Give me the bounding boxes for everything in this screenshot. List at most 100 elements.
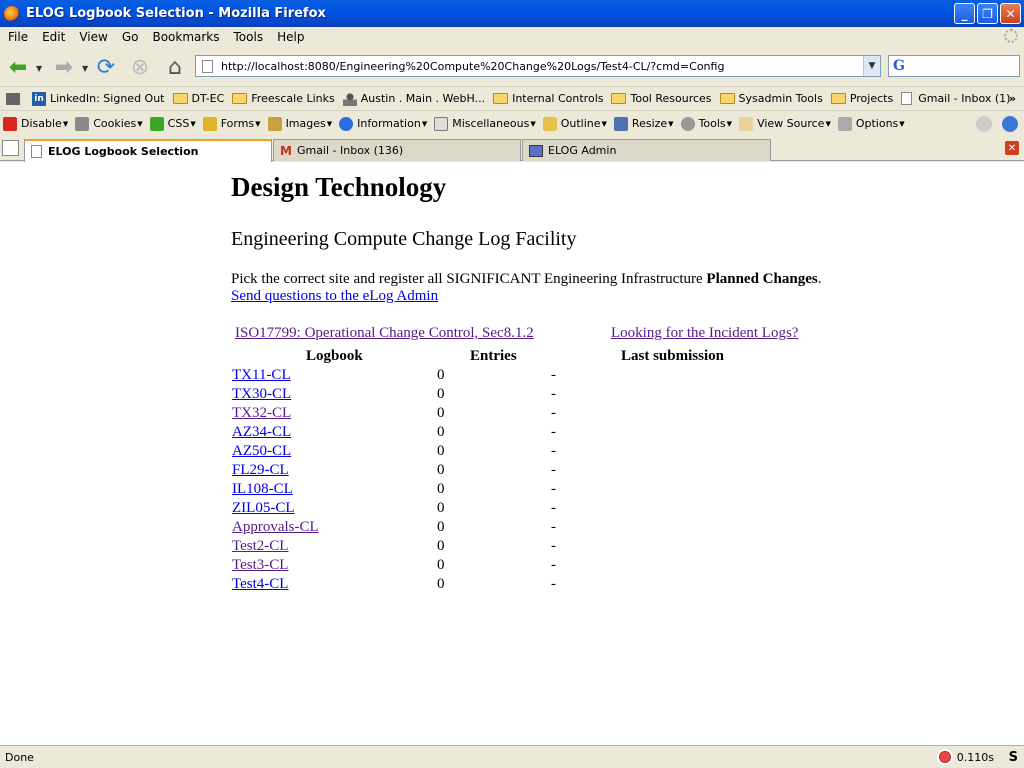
close-window-button[interactable]: ✕ (1000, 3, 1021, 24)
logbook-link[interactable]: TX11-CL (232, 367, 291, 384)
dev-view-source-menu[interactable]: View Source ▼ (739, 116, 831, 131)
table-row: Test2-CL 0 - (0, 538, 1024, 557)
validation-check-icon[interactable] (976, 115, 992, 132)
load-timer: 0.110s (936, 749, 994, 765)
last-submission: - (551, 424, 556, 440)
tab-elog-logbook-selection[interactable]: ELOG Logbook Selection (24, 139, 272, 162)
logbook-link[interactable]: TX30-CL (232, 386, 291, 403)
dev-outline-menu[interactable]: Outline ▼ (542, 116, 607, 131)
bookmark-austin-main[interactable]: Austin . Main . WebH... (342, 91, 485, 106)
bookmark-dt-ec[interactable]: DT-EC (172, 92, 224, 105)
bookmarks-toolbar: in LinkedIn: Signed Out DT-EC Freescale L… (0, 87, 1024, 111)
page-icon (202, 59, 213, 73)
dev-information-menu[interactable]: Information ▼ (339, 116, 427, 131)
close-tab-button[interactable]: ✕ (1005, 141, 1019, 155)
logbook-link[interactable]: TX32-CL (232, 405, 291, 422)
bookmark-gmail-inbox[interactable]: Gmail - Inbox (1) (901, 92, 1010, 105)
dev-cookies-menu[interactable]: Cookies ▼ (75, 116, 143, 131)
miscellaneous-icon (434, 116, 449, 131)
maximize-button[interactable]: ❐ (977, 3, 998, 24)
dev-tools-menu[interactable]: Tools ▼ (680, 116, 732, 131)
last-submission: - (551, 443, 556, 459)
table-row: AZ50-CL 0 - (0, 443, 1024, 462)
admin-contact-link[interactable]: Send questions to the eLog Admin (231, 288, 438, 304)
images-icon (267, 116, 282, 131)
logbook-link[interactable]: FL29-CL (232, 462, 289, 479)
iso17799-link[interactable]: ISO17799: Operational Change Control, Se… (235, 325, 534, 341)
back-button[interactable]: ⬅ (4, 53, 32, 81)
last-submission: - (551, 462, 556, 478)
menu-file[interactable]: File (2, 30, 34, 44)
menu-help[interactable]: Help (271, 30, 310, 44)
table-row: TX30-CL 0 - (0, 386, 1024, 405)
firebug-icon[interactable] (936, 749, 953, 765)
minimize-button[interactable]: _ (954, 3, 975, 24)
back-history-dropdown-icon[interactable]: ▼ (36, 64, 42, 73)
url-text[interactable]: http://localhost:8080/Engineering%20Comp… (221, 60, 724, 73)
css-icon (149, 116, 164, 131)
menu-bookmarks[interactable]: Bookmarks (146, 30, 225, 44)
menu-edit[interactable]: Edit (36, 30, 71, 44)
outline-pencil-icon (542, 116, 557, 131)
logbook-link[interactable]: ZIL05-CL (232, 500, 294, 517)
dev-css-menu[interactable]: CSS ▼ (149, 116, 196, 131)
menu-go[interactable]: Go (116, 30, 145, 44)
column-header-entries: Entries (470, 348, 517, 364)
entries-count: 0 (437, 557, 445, 573)
s-extension-icon[interactable]: S (1009, 750, 1018, 765)
incident-logs-link[interactable]: Looking for the Incident Logs? (611, 325, 798, 341)
reload-button[interactable]: ⟳ (92, 53, 120, 81)
bookmark-sysadmin-tools[interactable]: Sysadmin Tools (719, 92, 823, 105)
folder-icon (719, 93, 735, 104)
logbook-link[interactable]: AZ50-CL (232, 443, 291, 460)
menu-view[interactable]: View (73, 30, 113, 44)
bookmark-linkedin[interactable]: in LinkedIn: Signed Out (32, 91, 165, 106)
logbook-link[interactable]: Test2-CL (232, 538, 288, 555)
dev-forms-menu[interactable]: Forms ▼ (202, 116, 261, 131)
menu-tools[interactable]: Tools (228, 30, 270, 44)
linkedin-icon: in (32, 91, 46, 106)
gmail-icon: M (280, 143, 292, 158)
status-bar: Done 0.110s S (0, 745, 1024, 768)
tab-elog-admin[interactable]: ELOG Admin (522, 139, 771, 161)
logbook-link[interactable]: Test3-CL (232, 557, 288, 574)
table-row: Test3-CL 0 - (0, 557, 1024, 576)
logbook-link[interactable]: AZ34-CL (232, 424, 291, 441)
window-controls: _ ❐ ✕ (954, 3, 1021, 24)
bookmark-projects[interactable]: Projects (830, 92, 893, 105)
dev-images-menu[interactable]: Images ▼ (267, 116, 332, 131)
entries-count: 0 (437, 538, 445, 554)
logbook-link[interactable]: Test4-CL (232, 576, 288, 593)
url-dropdown-icon[interactable]: ▼ (863, 56, 880, 76)
logbook-link[interactable]: IL108-CL (232, 481, 293, 498)
entries-count: 0 (437, 519, 445, 535)
search-bar[interactable]: G (888, 55, 1020, 77)
column-header-logbook: Logbook (306, 348, 363, 364)
bookmarks-overflow-icon[interactable]: » (1009, 92, 1016, 105)
logbook-link[interactable]: Approvals-CL (232, 519, 319, 536)
entries-count: 0 (437, 405, 445, 421)
dev-resize-menu[interactable]: Resize ▼ (613, 116, 674, 131)
url-bar[interactable]: http://localhost:8080/Engineering%20Comp… (195, 55, 881, 77)
tab-gmail-inbox[interactable]: M Gmail - Inbox (136) (273, 139, 521, 161)
dev-miscellaneous-menu[interactable]: Miscellaneous ▼ (434, 116, 536, 131)
dev-options-menu[interactable]: Options ▼ (837, 116, 905, 131)
home-button[interactable]: ⌂ (161, 53, 189, 81)
last-submission: - (551, 576, 556, 592)
new-tab-icon[interactable] (2, 140, 19, 156)
last-submission: - (551, 557, 556, 573)
last-submission: - (551, 519, 556, 535)
dev-disable-menu[interactable]: Disable ▼ (3, 116, 68, 131)
forward-history-dropdown-icon[interactable]: ▼ (82, 64, 88, 73)
bookmark-internal-controls[interactable]: Internal Controls (493, 92, 603, 105)
search-engine-icon[interactable]: G (893, 58, 905, 74)
info-icon[interactable] (1002, 115, 1018, 132)
entries-count: 0 (437, 500, 445, 516)
person-icon (342, 91, 357, 106)
print-icon[interactable] (6, 92, 24, 105)
bookmark-freescale-links[interactable]: Freescale Links (232, 92, 335, 105)
forward-button[interactable]: ➡ (50, 53, 78, 81)
last-submission: - (551, 405, 556, 421)
bookmark-tool-resources[interactable]: Tool Resources (611, 92, 712, 105)
stop-button[interactable]: ⊗ (126, 53, 154, 81)
